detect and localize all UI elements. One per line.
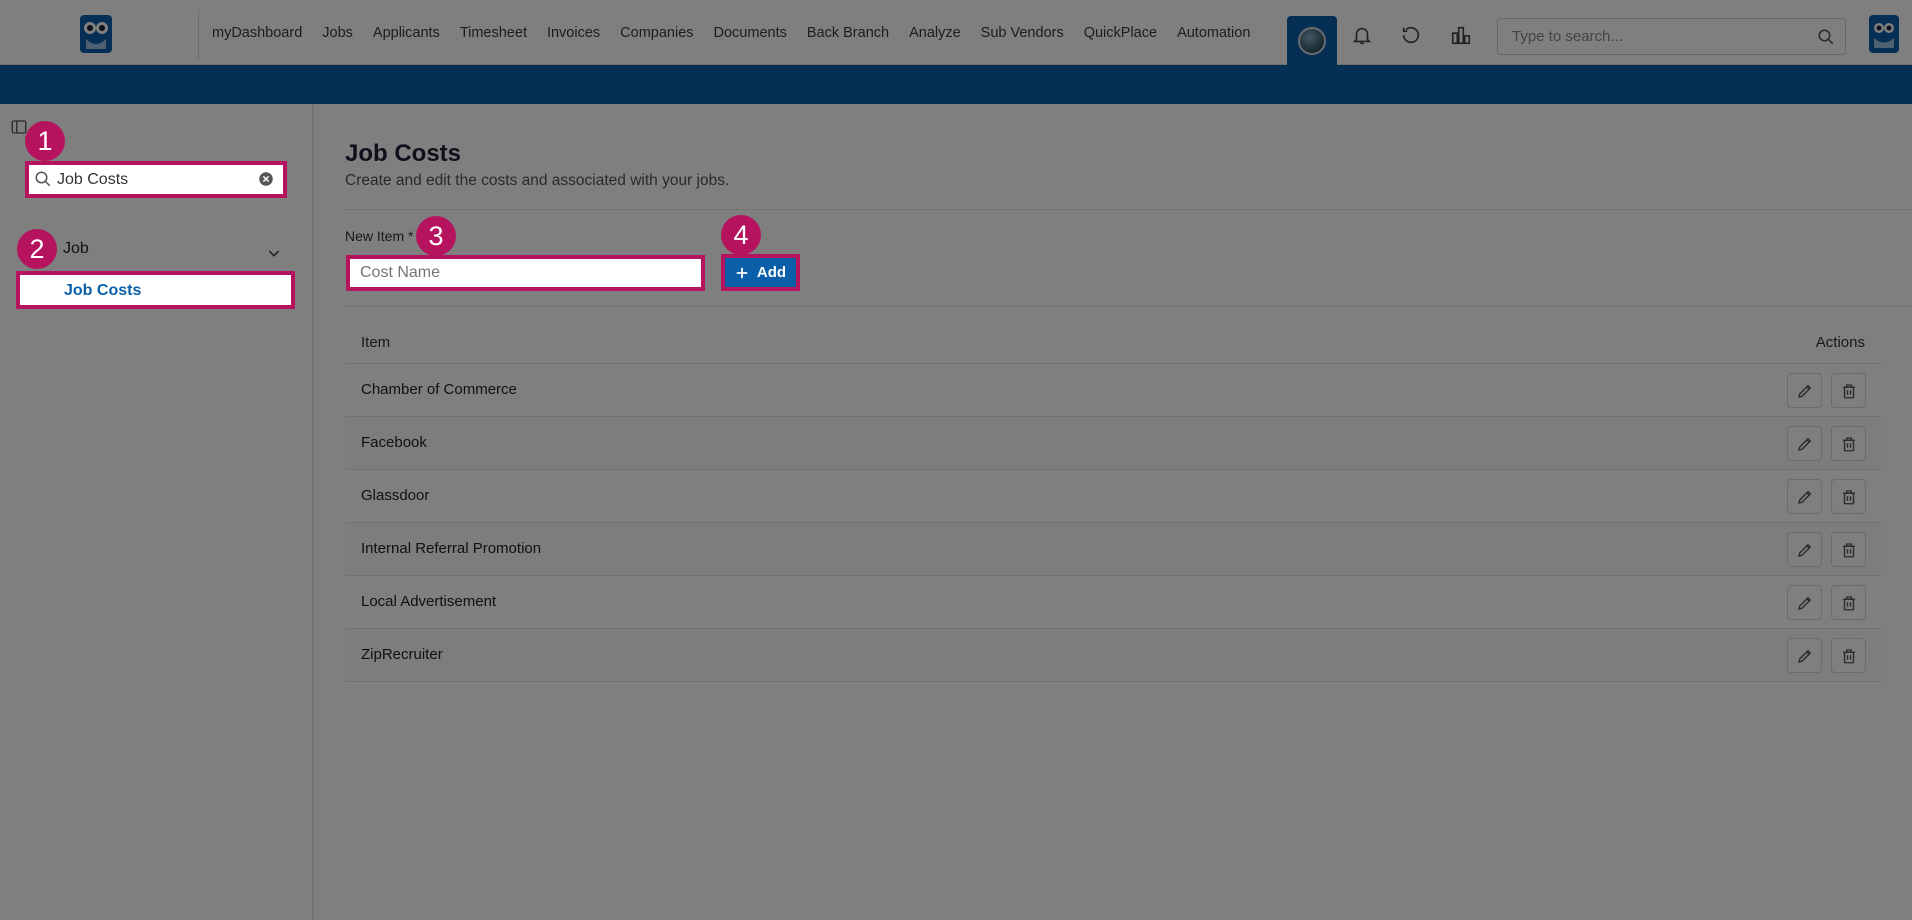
required-marker: * [408,228,414,244]
table-row: Local Advertisement [345,576,1881,629]
nav-companies[interactable]: Companies [620,25,693,41]
edit-button[interactable] [1787,638,1822,673]
nav-automation[interactable]: Automation [1177,25,1250,41]
delete-button[interactable] [1831,479,1866,514]
row-item-name: Local Advertisement [361,593,497,610]
bell-icon[interactable] [1349,22,1375,48]
edit-button[interactable] [1787,585,1822,620]
nav-back-branch[interactable]: Back Branch [807,25,889,41]
column-header-actions: Actions [1815,334,1865,351]
chart-icon[interactable] [1448,22,1474,48]
pencil-icon [1797,437,1811,451]
trash-icon [1842,542,1855,557]
pencil-icon [1797,543,1811,557]
owl-logo[interactable] [78,13,114,55]
row-item-name: Facebook [361,434,427,451]
sidebar-group-job[interactable]: Job [63,240,89,258]
delete-button[interactable] [1831,373,1866,408]
nav-timesheet[interactable]: Timesheet [460,25,527,41]
avatar [1298,27,1326,55]
highlight-step-4: Add [721,254,800,291]
nav-invoices[interactable]: Invoices [547,25,600,41]
cost-name-input[interactable] [350,259,701,287]
highlight-step-2[interactable]: Job Costs [16,271,295,309]
nav-applicants[interactable]: Applicants [373,25,440,41]
trash-icon [1842,648,1855,663]
step-badge-1: 1 [25,121,65,161]
divider [345,306,1912,307]
row-item-name: Glassdoor [361,487,430,504]
sidebar-item-job-costs[interactable]: Job Costs [64,282,141,300]
nav-quickplace[interactable]: QuickPlace [1084,25,1157,41]
table-row: Chamber of Commerce [345,364,1881,417]
new-item-label: New Item * [345,228,414,244]
search-icon[interactable] [1817,28,1835,46]
sidebar-search [29,165,283,194]
nav-mydashboard[interactable]: myDashboard [212,25,302,41]
chevron-down-icon[interactable] [266,245,282,261]
logo-divider [198,10,199,60]
clear-icon[interactable] [257,170,275,188]
sidebar-search-input[interactable] [57,165,247,194]
nav-analyze[interactable]: Analyze [909,25,961,41]
trash-icon [1842,436,1855,451]
plus-icon [736,267,748,278]
nav-documents[interactable]: Documents [714,25,787,41]
table-row: Internal Referral Promotion [345,523,1881,576]
column-header-item: Item [361,334,391,351]
highlight-step-3 [346,255,705,291]
page-title: Job Costs [345,140,462,167]
delete-button[interactable] [1831,638,1866,673]
row-item-name: Internal Referral Promotion [361,540,542,557]
avatar-tab[interactable] [1287,16,1337,66]
nav-jobs[interactable]: Jobs [322,25,353,41]
main-nav: myDashboard Jobs Applicants Timesheet In… [212,0,1270,65]
edit-button[interactable] [1787,479,1822,514]
step-badge-2: 2 [17,229,57,269]
delete-button[interactable] [1831,426,1866,461]
step-badge-3: 3 [416,216,456,256]
table-row: Glassdoor [345,470,1881,523]
table-header: Item Actions [345,321,1881,364]
divider [345,209,1912,210]
history-icon[interactable] [1398,22,1424,48]
job-costs-table: Item Actions Chamber of Commerce Facebook… [345,321,1881,682]
main-content: Job Costs Create and edit the costs and … [314,104,1912,920]
pencil-icon [1797,384,1811,398]
step-badge-4: 4 [721,215,761,255]
owl-logo-right[interactable] [1868,14,1900,54]
nav-sub-vendors[interactable]: Sub Vendors [981,25,1064,41]
trash-icon [1842,489,1855,504]
trash-icon [1842,595,1855,610]
table-row: Facebook [345,417,1881,470]
page-subtitle: Create and edit the costs and associated… [345,172,730,189]
pencil-icon [1797,490,1811,504]
pencil-icon [1797,649,1811,663]
row-item-name: ZipRecruiter [361,646,443,663]
sidebar: Job [0,104,313,920]
header-band [0,65,1912,104]
delete-button[interactable] [1831,585,1866,620]
trash-icon [1842,383,1855,398]
row-item-name: Chamber of Commerce [361,381,517,398]
table-row: ZipRecruiter [345,629,1881,682]
edit-button[interactable] [1787,373,1822,408]
edit-button[interactable] [1787,532,1822,567]
search-icon [35,171,51,187]
delete-button[interactable] [1831,532,1866,567]
global-search-input[interactable] [1512,19,1812,54]
edit-button[interactable] [1787,426,1822,461]
pencil-icon [1797,596,1811,610]
global-search [1497,18,1846,55]
highlight-step-1 [25,161,287,198]
add-button[interactable]: Add [725,258,796,287]
top-navbar: myDashboard Jobs Applicants Timesheet In… [0,0,1912,66]
add-button-label: Add [756,264,787,281]
